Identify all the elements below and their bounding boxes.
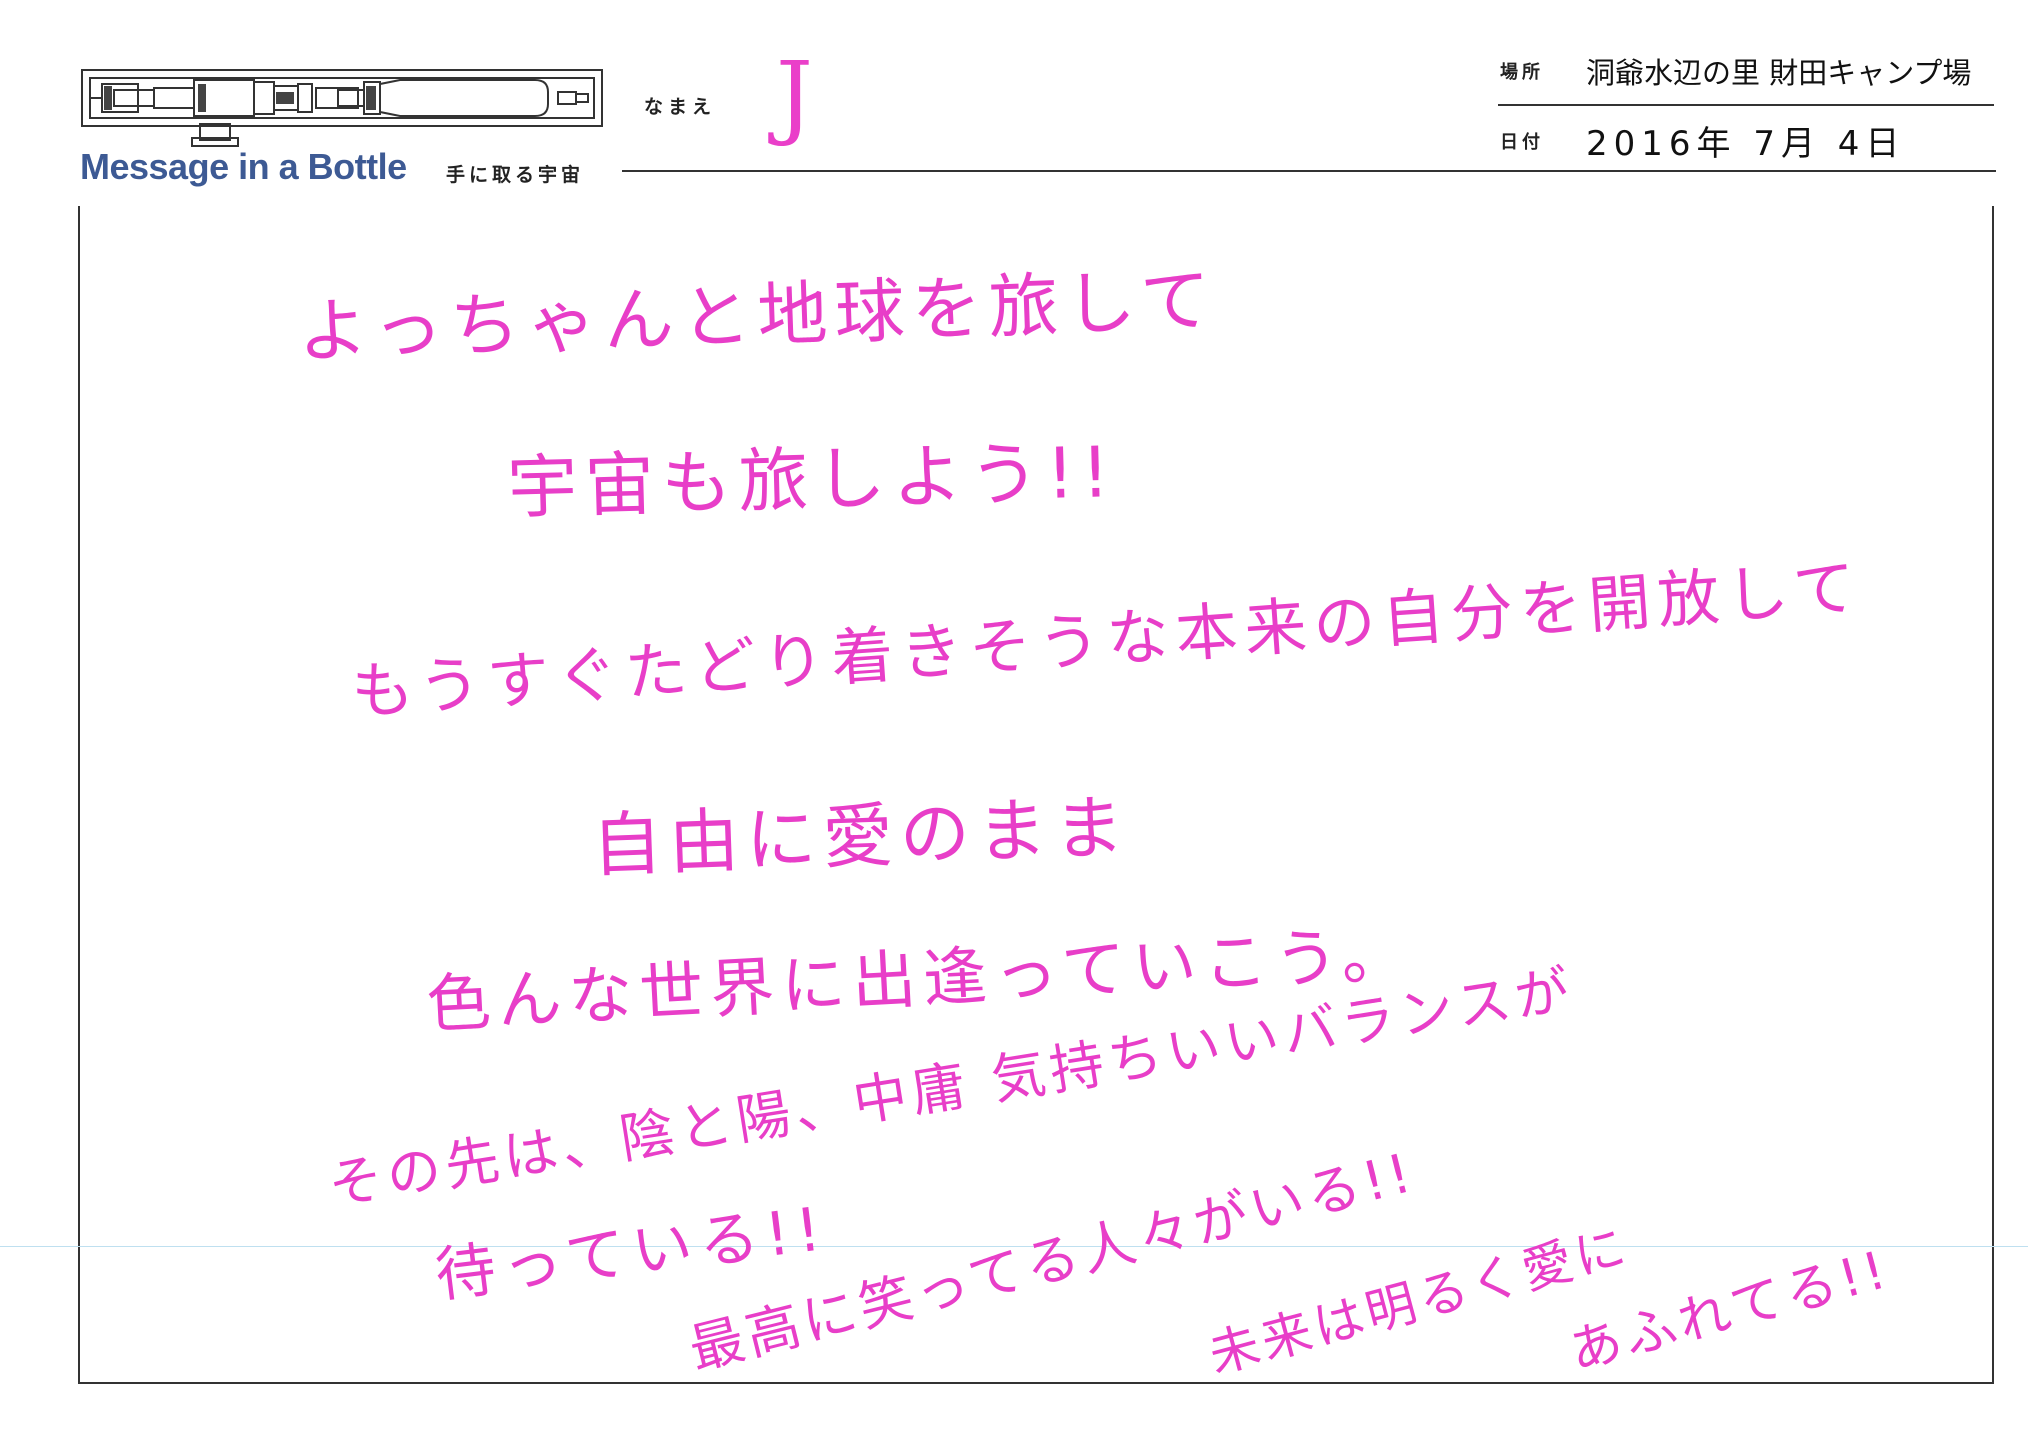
name-label: なまえ [644,96,717,118]
place-value: 洞爺水辺の里 財田キャンプ場 [1586,56,1972,90]
logo-subtitle: 手に取る宇宙 [446,164,585,186]
message-line: 自由に愛のまま [590,786,1133,887]
date-value: 2016年 7月 4日 [1586,124,1906,164]
name-value: J [776,42,820,149]
message-line: 宇宙も旅しよう!! [506,431,1118,529]
bottle-illustration [81,69,603,147]
logo-text: Message in a Bottle [80,146,407,187]
place-label: 場所 [1500,62,1544,83]
header-rule [622,170,1996,172]
place-underline [1498,104,1994,106]
date-label: 日付 [1500,132,1544,153]
